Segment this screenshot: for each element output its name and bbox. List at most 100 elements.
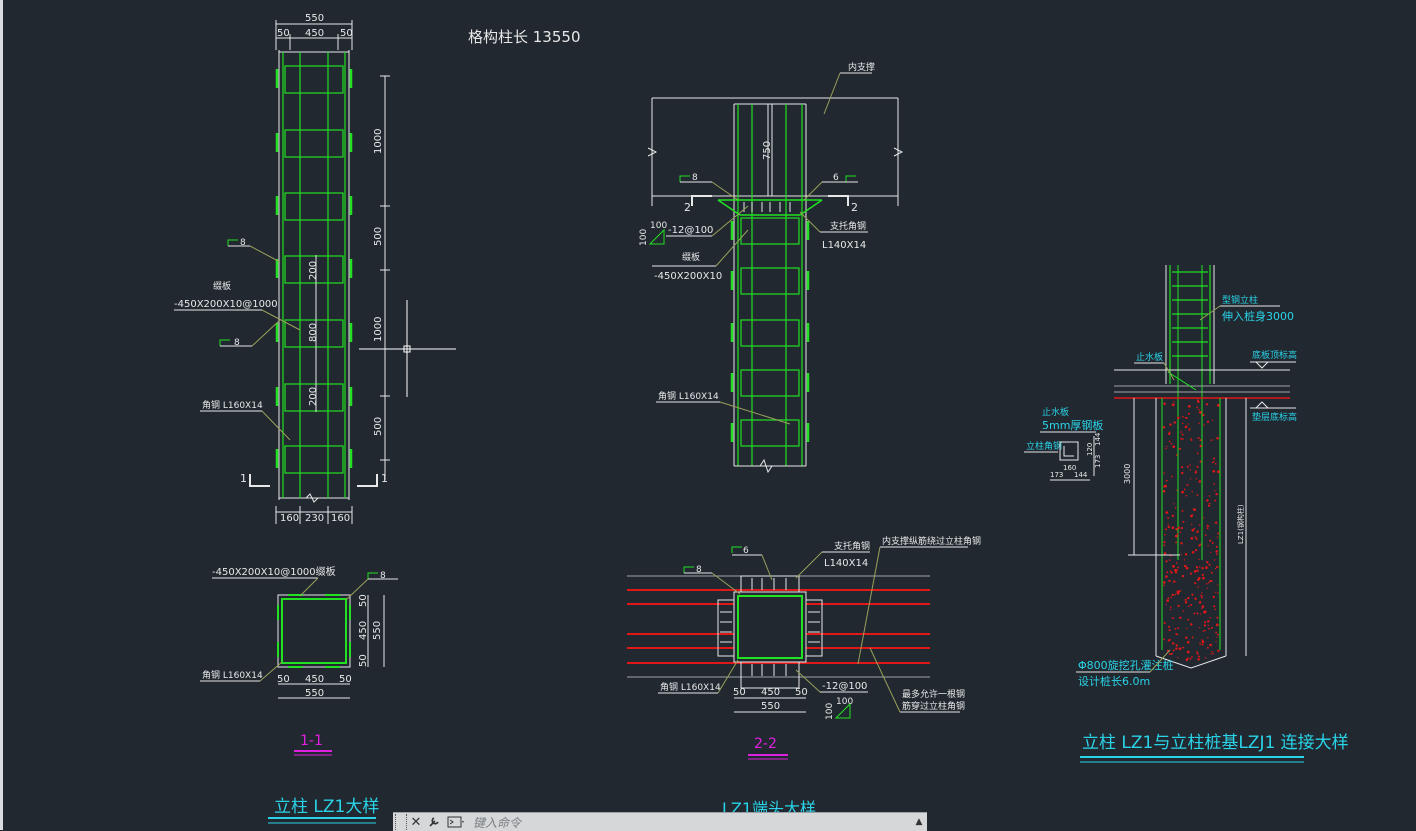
batten-plate <box>740 369 800 397</box>
concrete-dot <box>1211 571 1213 574</box>
command-prompt-dropdown[interactable] <box>447 816 465 828</box>
pile-lz1-label: LZ1(钢构柱) <box>1236 504 1245 544</box>
concrete-dot <box>1199 613 1202 615</box>
concrete-dot <box>1183 488 1186 491</box>
concrete-dot <box>1194 536 1197 538</box>
concrete-dot <box>1172 565 1175 568</box>
concrete-dot <box>1171 526 1175 530</box>
concrete-dot <box>1206 527 1209 530</box>
concrete-dot <box>1213 482 1216 485</box>
concrete-dot <box>1201 574 1204 577</box>
concrete-dot <box>1183 564 1187 568</box>
concrete-dot <box>1178 647 1182 651</box>
concrete-dot <box>1175 528 1178 531</box>
concrete-dot <box>1190 536 1194 540</box>
pile-cushion-level: 垫层底标高 <box>1252 411 1297 423</box>
concrete-dot <box>1211 626 1213 629</box>
concrete-dot <box>1204 657 1207 659</box>
pile-connection-detail: 3000 LZ1(钢构柱) 型钢立柱 伸入桩身3000 止水板 底板顶标高 垫层… <box>1024 265 1349 763</box>
concrete-dot <box>1176 590 1178 592</box>
concrete-dot <box>1209 551 1212 554</box>
concrete-dot <box>1199 411 1202 414</box>
concrete-dot <box>1182 646 1184 649</box>
concrete-dot <box>1172 649 1175 652</box>
concrete-dot <box>1198 524 1201 526</box>
concrete-dot <box>1165 575 1168 578</box>
concrete-dot <box>1204 621 1207 624</box>
concrete-dot <box>1184 601 1188 604</box>
concrete-dot <box>1175 454 1178 456</box>
lz1-right-dim-3: 1000 <box>373 317 384 342</box>
lz1-inner-dim-1: 200 <box>308 261 319 280</box>
close-icon[interactable]: ✕ <box>407 813 425 831</box>
concrete-dot <box>1216 404 1220 407</box>
s11-right-dim-b: 450 <box>358 621 369 640</box>
concrete-dot <box>1214 521 1218 524</box>
concrete-dot <box>1180 542 1183 545</box>
batten-plate <box>284 65 344 94</box>
concrete-dot <box>1181 574 1185 578</box>
lz1-caption: 立柱 LZ1大样 <box>274 797 379 817</box>
concrete-dot <box>1177 604 1180 608</box>
history-up-icon[interactable]: ▲ <box>911 817 927 827</box>
concrete-dot <box>1166 445 1168 447</box>
concrete-dot <box>1201 566 1204 570</box>
concrete-dot <box>1203 610 1206 614</box>
pile-d120: 120 <box>1086 443 1094 456</box>
concrete-dot <box>1197 658 1200 661</box>
concrete-dot <box>1186 640 1190 644</box>
concrete-dot <box>1185 658 1189 662</box>
concrete-dot <box>1172 642 1175 645</box>
drag-grip-icon[interactable] <box>395 814 407 830</box>
lz1-right-dim-1: 1000 <box>373 129 384 154</box>
cad-drawing-canvas[interactable]: 格构柱长 13550 550 50 450 50 1000 500 1000 5… <box>0 0 1416 830</box>
head-support-spec: L140X14 <box>822 240 866 251</box>
section-2-2: 8 6 支托角钢 L140X14 内支撑纵筋绕过立柱角钢 角钢 L160X14 … <box>627 535 981 760</box>
concrete-dot <box>1175 644 1179 647</box>
concrete-dot <box>1199 439 1202 442</box>
concrete-dot <box>1198 566 1201 568</box>
concrete-dot <box>1176 569 1179 571</box>
concrete-dot <box>1196 530 1199 534</box>
concrete-dot <box>1185 566 1189 570</box>
concrete-dot <box>1175 534 1178 538</box>
s22-support-spec: L140X14 <box>824 558 868 569</box>
concrete-dot <box>1209 643 1212 647</box>
crosshair-cursor-icon <box>359 300 456 397</box>
lz1-batten-spec: -450X200X10@1000 <box>174 299 278 310</box>
concrete-dot <box>1174 593 1176 596</box>
concrete-dot <box>1169 606 1172 608</box>
s22-angle: 角钢 L160X14 <box>660 681 721 693</box>
concrete-dot <box>1179 531 1182 533</box>
concrete-dot <box>1189 427 1191 430</box>
command-input[interactable]: 键入命令 <box>473 814 911 831</box>
column-length-title: 格构柱长 13550 <box>468 28 581 46</box>
concrete-dot <box>1167 517 1170 519</box>
batten-plate <box>740 217 800 245</box>
pile-embed: 伸入桩身3000 <box>1222 309 1294 323</box>
concrete-dot <box>1206 646 1209 649</box>
pile-d173a: 173 <box>1050 471 1063 479</box>
concrete-dot <box>1206 583 1208 585</box>
concrete-dot <box>1212 469 1216 473</box>
concrete-dot <box>1187 423 1189 425</box>
s22-note-2: 筋穿过立柱角钢 <box>902 700 965 712</box>
lz1-inner-dim-3: 200 <box>308 387 319 406</box>
concrete-dot <box>1208 495 1211 497</box>
concrete-dot <box>1189 478 1192 480</box>
concrete-dot <box>1172 617 1174 620</box>
concrete-dot <box>1197 586 1200 588</box>
concrete-dot <box>1210 653 1212 655</box>
wrench-icon[interactable] <box>425 813 443 831</box>
concrete-dot <box>1186 484 1189 487</box>
concrete-dot <box>1170 475 1173 478</box>
concrete-dot <box>1199 643 1201 645</box>
lz1-dim-total: 550 <box>305 13 324 24</box>
s22-caption: 2-2 <box>754 736 777 752</box>
s11-bottom-dim-total: 550 <box>305 688 324 699</box>
concrete-dot <box>1209 580 1212 583</box>
batten-plate <box>740 319 800 347</box>
s11-right-dim-c: 50 <box>358 654 369 667</box>
concrete-dot <box>1173 580 1176 583</box>
s22-dim-b: 450 <box>761 687 780 698</box>
